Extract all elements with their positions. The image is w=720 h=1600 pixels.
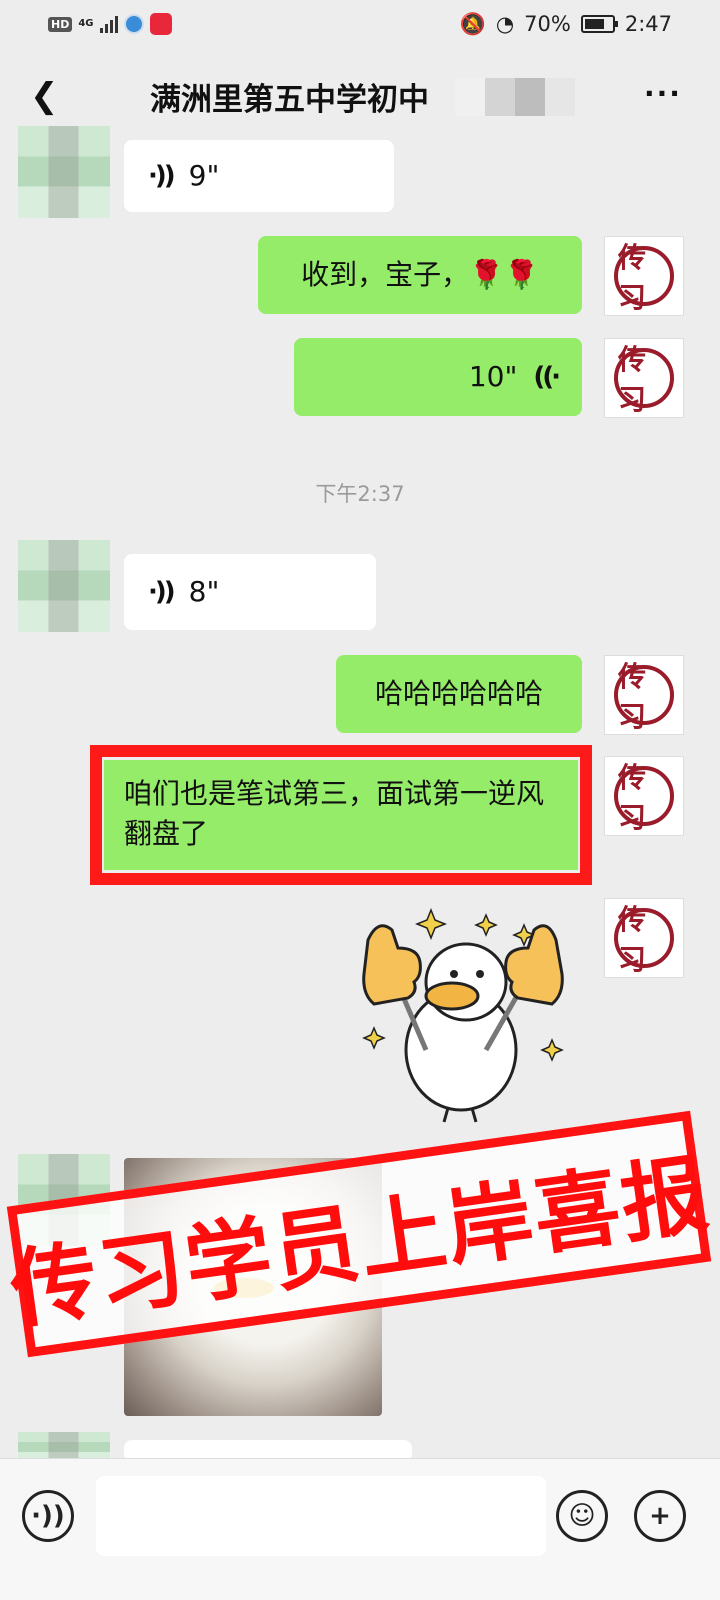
video-app-icon [149,13,172,35]
voice-message-left[interactable]: ·)) 8" [124,554,376,630]
chat-title: 满洲里第五中学初中 [150,82,429,118]
plus-icon[interactable]: + [634,1490,686,1542]
voice-wave-icon: ·)) [148,577,176,607]
avatar-contact[interactable] [18,126,110,218]
thumbs-up-duck-sticker[interactable] [356,900,586,1130]
voice-message-left[interactable]: ·)) 9" [124,140,394,212]
text-message-right-highlighted[interactable]: 咱们也是笔试第三，面试第一逆风翻盘了 [104,760,578,870]
avatar-self[interactable]: 传习 [604,898,684,978]
avatar-self[interactable]: 传习 [604,236,684,316]
more-dots-icon[interactable]: ··· [638,74,688,114]
voice-toggle-icon[interactable]: ·)) [22,1490,74,1542]
school-logo: 传习 [614,761,674,834]
mute-bell-icon: 🔕 [459,11,486,36]
message-input[interactable] [96,1476,546,1556]
redacted-title-segment [455,78,575,116]
voice-wave-icon: ·)) [148,161,176,191]
avatar-self[interactable]: 传习 [604,655,684,735]
text-message-right[interactable]: 收到，宝子，🌹🌹 [258,236,582,314]
voice-wave-icon: ((· [533,362,561,392]
message-text: 收到，宝子，🌹🌹 [301,258,539,291]
browser-app-icon [123,14,144,34]
avatar-contact[interactable] [18,540,110,632]
voice-duration: 10" [468,360,518,393]
voice-duration: 8" [188,575,220,608]
voice-message-right[interactable]: 10" ((· [294,338,582,416]
clock: 2:47 [624,12,672,36]
message-text: 咱们也是笔试第三，面试第一逆风翻盘了 [124,777,545,850]
school-logo: 传习 [614,343,674,416]
speed-gauge-icon: ◔ [495,12,515,36]
status-right: 🔕 ◔ 70% 2:47 [460,10,672,38]
back-chevron-icon[interactable]: ❮ [30,76,70,116]
status-left: HD 4G [48,10,172,38]
school-logo: 传习 [614,903,674,976]
avatar-self[interactable]: 传习 [604,338,684,418]
school-logo: 传习 [614,241,674,314]
emoji-icon[interactable]: ☺ [556,1490,608,1542]
school-logo: 传习 [614,660,674,733]
status-bar: HD 4G 🔕 ◔ 70% 2:47 [0,0,720,48]
message-text: 哈哈哈哈哈哈 [374,677,543,710]
text-message-right[interactable]: 哈哈哈哈哈哈 [336,655,582,733]
hd-badge: HD [48,16,73,32]
signal-icon [99,15,118,33]
timestamp: 下午2:37 [315,482,405,506]
battery-icon [580,15,618,33]
battery-percent: 70% [524,12,571,36]
voice-duration: 9" [188,159,220,192]
network-badge: 4G [78,18,94,29]
avatar-self[interactable]: 传习 [604,756,684,836]
